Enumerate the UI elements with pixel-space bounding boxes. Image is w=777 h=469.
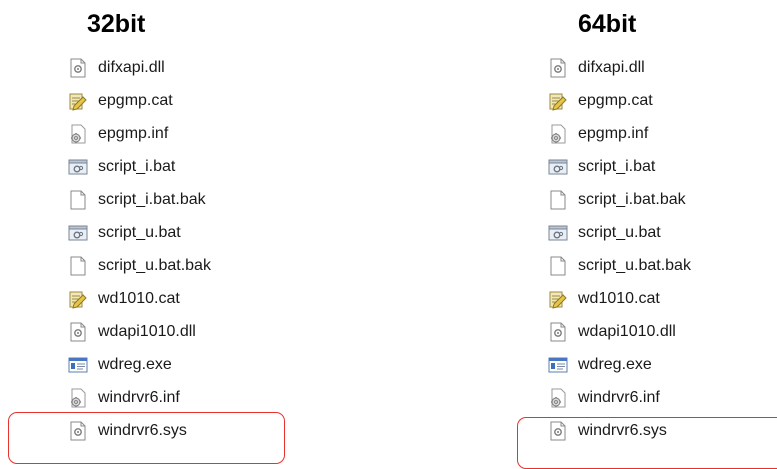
file-item[interactable]: wdreg.exe [548,348,691,381]
file-name: script_i.bat.bak [98,190,206,208]
file-item[interactable]: wdapi1010.dll [68,315,211,348]
file-item[interactable]: script_u.bat.bak [68,249,211,282]
file-name: epgmp.cat [98,91,173,109]
file-name: script_i.bat [98,157,176,175]
file-item[interactable]: wdapi1010.dll [548,315,691,348]
file-name: wdreg.exe [578,355,652,373]
file-item[interactable]: epgmp.cat [548,84,691,117]
dll-icon [548,57,568,79]
blank-file-icon [548,189,568,211]
catalog-icon [68,288,88,310]
batch-icon [548,222,568,244]
batch-icon [68,222,88,244]
setup-info-icon [68,123,88,145]
file-item[interactable]: script_i.bat [548,150,691,183]
dll-icon [548,321,568,343]
file-name: wdreg.exe [98,355,172,373]
exe-icon [548,354,568,376]
blank-file-icon [548,255,568,277]
setup-info-icon [548,123,568,145]
file-item[interactable]: epgmp.inf [68,117,211,150]
file-name: wdapi1010.dll [98,322,196,340]
catalog-icon [548,90,568,112]
file-item[interactable]: script_u.bat.bak [548,249,691,282]
file-name: script_i.bat [578,157,656,175]
file-item[interactable]: windrvr6.inf [68,381,211,414]
batch-icon [548,156,568,178]
file-name: wd1010.cat [578,289,660,307]
file-item[interactable]: script_i.bat.bak [548,183,691,216]
file-name: script_u.bat.bak [98,256,211,274]
file-name: windrvr6.inf [578,388,660,406]
highlight-box [8,412,285,464]
panel-heading: 32bit [87,10,146,38]
file-name: wdapi1010.dll [578,322,676,340]
file-name: script_u.bat [98,223,181,241]
file-item[interactable]: epgmp.cat [68,84,211,117]
file-name: script_u.bat [578,223,661,241]
exe-icon [68,354,88,376]
file-item[interactable]: difxapi.dll [548,51,691,84]
catalog-icon [548,288,568,310]
file-item[interactable]: wdreg.exe [68,348,211,381]
file-item[interactable]: epgmp.inf [548,117,691,150]
file-item[interactable]: windrvr6.inf [548,381,691,414]
file-name: script_u.bat.bak [578,256,691,274]
file-item[interactable]: difxapi.dll [68,51,211,84]
setup-info-icon [548,387,568,409]
file-item[interactable]: wd1010.cat [548,282,691,315]
file-name: windrvr6.inf [98,388,180,406]
file-name: epgmp.cat [578,91,653,109]
setup-info-icon [68,387,88,409]
blank-file-icon [68,189,88,211]
dll-icon [68,321,88,343]
blank-file-icon [68,255,88,277]
file-name: wd1010.cat [98,289,180,307]
file-name: difxapi.dll [578,58,645,76]
file-name: epgmp.inf [98,124,169,142]
panel-heading: 64bit [578,10,637,38]
file-item[interactable]: script_u.bat [68,216,211,249]
file-list: difxapi.dll epgmp.cat epgmp.inf script_i.ba… [68,51,211,447]
file-item[interactable]: wd1010.cat [68,282,211,315]
file-item[interactable]: script_u.bat [548,216,691,249]
highlight-box [517,417,777,469]
file-item[interactable]: script_i.bat [68,150,211,183]
file-name: script_i.bat.bak [578,190,686,208]
dll-icon [68,57,88,79]
file-name: difxapi.dll [98,58,165,76]
file-name: epgmp.inf [578,124,649,142]
catalog-icon [68,90,88,112]
file-list: difxapi.dll epgmp.cat epgmp.inf script_i.ba… [548,51,691,447]
batch-icon [68,156,88,178]
file-item[interactable]: script_i.bat.bak [68,183,211,216]
